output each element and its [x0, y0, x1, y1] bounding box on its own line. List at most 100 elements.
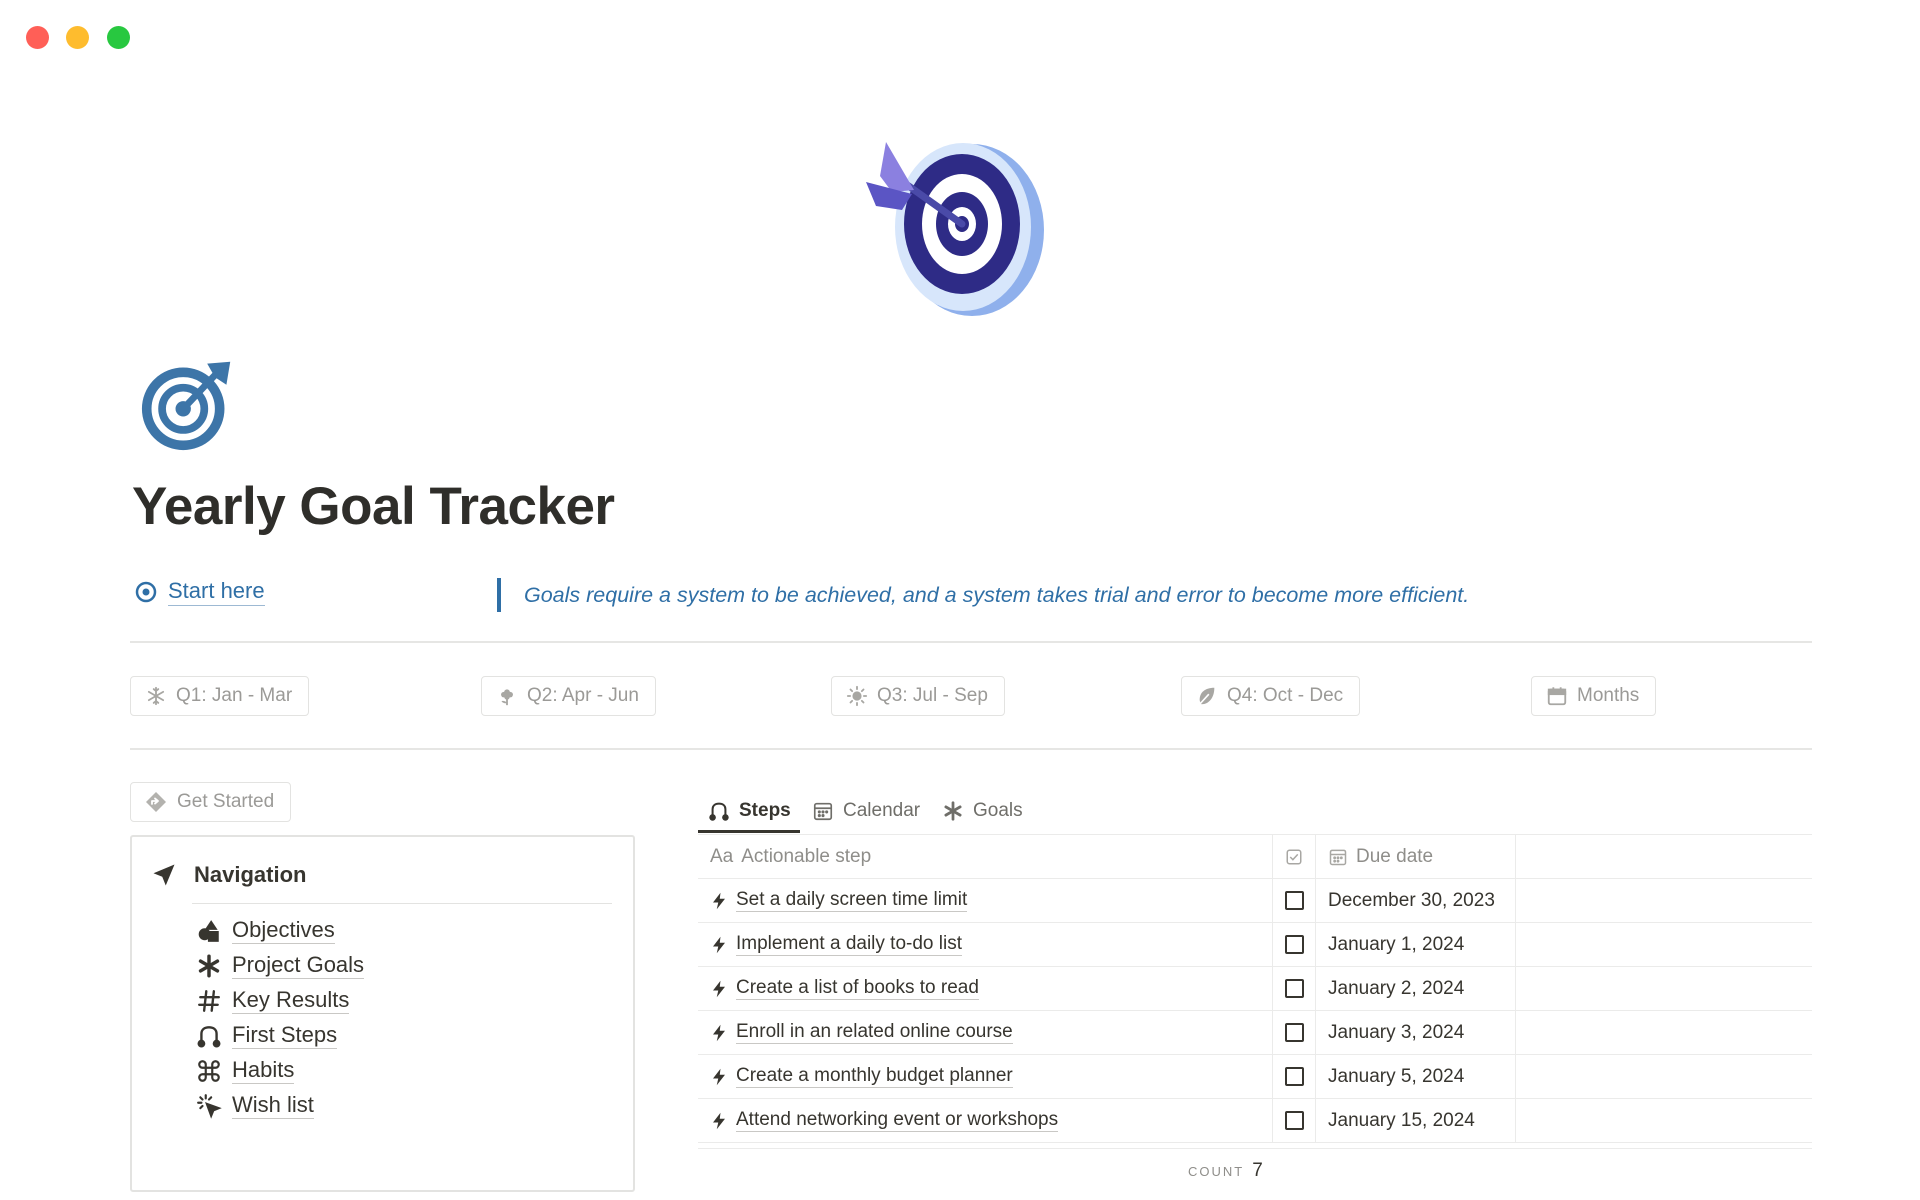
- step-cell[interactable]: Set a daily screen time limit: [698, 879, 1272, 922]
- q3-button[interactable]: Q3: Jul - Sep: [831, 676, 1005, 716]
- command-icon: [198, 1059, 220, 1082]
- asterisk-icon: [198, 954, 220, 977]
- empty-cell: [1515, 879, 1812, 922]
- sun-icon: [846, 685, 868, 707]
- nav-item-label: First Steps: [232, 1022, 338, 1049]
- table-row[interactable]: Attend networking event or workshops Jan…: [698, 1099, 1812, 1143]
- minimize-window-button[interactable]: [66, 26, 89, 49]
- tab-label: Goals: [973, 800, 1023, 821]
- due-cell[interactable]: December 30, 2023: [1315, 879, 1515, 922]
- quote-text: Goals require a system to be achieved, a…: [524, 582, 1470, 607]
- due-cell[interactable]: January 15, 2024: [1315, 1099, 1515, 1142]
- tab-goals[interactable]: Goals: [942, 791, 1023, 831]
- nav-item-objectives[interactable]: Objectives: [196, 917, 335, 944]
- text-property-icon: Aa: [710, 845, 734, 867]
- navigation-header: Navigation: [150, 861, 306, 889]
- lightning-icon: [713, 1068, 725, 1085]
- due-date: December 30, 2023: [1328, 889, 1495, 911]
- step-cell[interactable]: Enroll in an related online course: [698, 1011, 1272, 1054]
- maximize-window-button[interactable]: [107, 26, 130, 49]
- row-count: COUNT 7: [1188, 1160, 1263, 1182]
- due-date: January 1, 2024: [1328, 933, 1465, 955]
- step-title: Create a list of books to read: [736, 977, 979, 1000]
- nav-item-wish-list[interactable]: Wish list: [196, 1092, 314, 1119]
- active-tab-indicator: [698, 830, 800, 833]
- navigation-arrow-icon: [153, 864, 175, 886]
- due-cell[interactable]: January 5, 2024: [1315, 1055, 1515, 1098]
- get-started-button[interactable]: Get Started: [130, 782, 292, 822]
- done-checkbox[interactable]: [1284, 935, 1304, 954]
- q1-button[interactable]: Q1: Jan - Mar: [130, 676, 310, 716]
- due-cell[interactable]: January 1, 2024: [1315, 923, 1515, 966]
- q3-label: Q3: Jul - Sep: [877, 685, 988, 706]
- table-row[interactable]: Create a list of books to read January 2…: [698, 967, 1812, 1011]
- close-window-button[interactable]: [26, 26, 49, 49]
- navigation-title: Navigation: [194, 862, 307, 887]
- due-date: January 5, 2024: [1328, 1065, 1465, 1087]
- tab-label: Calendar: [843, 800, 921, 821]
- q2-button[interactable]: Q2: Apr - Jun: [481, 676, 656, 716]
- divider: [130, 641, 1812, 643]
- done-cell[interactable]: [1272, 967, 1315, 1010]
- column-header-due[interactable]: Due date: [1315, 835, 1515, 878]
- done-cell[interactable]: [1272, 1011, 1315, 1054]
- done-cell[interactable]: [1272, 1055, 1315, 1098]
- column-header-label: Due date: [1356, 845, 1434, 867]
- nav-item-label: Wish list: [232, 1092, 314, 1119]
- nav-item-label: Habits: [232, 1057, 295, 1084]
- done-cell[interactable]: [1272, 1099, 1315, 1142]
- start-here-link[interactable]: Start here: [134, 578, 265, 606]
- step-title: Set a daily screen time limit: [736, 889, 968, 912]
- done-checkbox[interactable]: [1284, 1111, 1304, 1130]
- nav-item-project-goals[interactable]: Project Goals: [196, 952, 365, 979]
- done-checkbox[interactable]: [1284, 979, 1304, 998]
- sparkle-cursor-icon: [197, 1093, 222, 1119]
- table-row[interactable]: Set a daily screen time limit December 3…: [698, 879, 1812, 923]
- nav-item-label: Key Results: [232, 987, 350, 1014]
- due-cell[interactable]: January 2, 2024: [1315, 967, 1515, 1010]
- empty-cell: [1515, 1099, 1812, 1142]
- count-label: COUNT: [1188, 1164, 1245, 1179]
- route-icon: [709, 802, 729, 821]
- step-cell[interactable]: Implement a daily to-do list: [698, 923, 1272, 966]
- hashtag-icon: [198, 989, 220, 1012]
- step-cell[interactable]: Create a monthly budget planner: [698, 1055, 1272, 1098]
- lightning-icon: [713, 1024, 725, 1041]
- step-cell[interactable]: Attend networking event or workshops: [698, 1099, 1272, 1142]
- done-checkbox[interactable]: [1284, 891, 1304, 910]
- nav-item-first-steps[interactable]: First Steps: [196, 1022, 338, 1049]
- empty-cell: [1515, 923, 1812, 966]
- quote-block: Goals require a system to be achieved, a…: [497, 578, 1469, 612]
- done-cell[interactable]: [1272, 879, 1315, 922]
- leaf-icon: [1199, 687, 1215, 705]
- calendar-icon: [1547, 687, 1567, 706]
- column-header-done[interactable]: [1272, 835, 1315, 878]
- table-row-partial: [698, 1143, 1812, 1149]
- table-row[interactable]: Create a monthly budget planner January …: [698, 1055, 1812, 1099]
- due-cell[interactable]: January 3, 2024: [1315, 1011, 1515, 1054]
- tab-label: Steps: [739, 800, 791, 821]
- table-row[interactable]: Enroll in an related online course Janua…: [698, 1011, 1812, 1055]
- q4-label: Q4: Oct - Dec: [1227, 685, 1344, 706]
- snowflake-icon: [147, 686, 165, 706]
- lightning-icon: [713, 892, 725, 909]
- column-header-step[interactable]: Aa Actionable step: [698, 835, 1272, 878]
- due-date: January 3, 2024: [1328, 1021, 1465, 1043]
- done-checkbox[interactable]: [1284, 1023, 1304, 1042]
- done-cell[interactable]: [1272, 923, 1315, 966]
- table-row[interactable]: Implement a daily to-do list January 1, …: [698, 923, 1812, 967]
- tab-calendar[interactable]: Calendar: [812, 791, 920, 831]
- diamond-arrow-icon: [146, 792, 166, 812]
- start-here-label: Start here: [168, 578, 265, 606]
- due-date: January 2, 2024: [1328, 977, 1465, 999]
- step-cell[interactable]: Create a list of books to read: [698, 967, 1272, 1010]
- months-button[interactable]: Months: [1531, 676, 1657, 716]
- tab-steps[interactable]: Steps: [708, 791, 791, 831]
- q4-button[interactable]: Q4: Oct - Dec: [1181, 676, 1361, 716]
- shapes-icon: [198, 919, 219, 942]
- step-title: Implement a daily to-do list: [736, 933, 962, 956]
- table-header-row: Aa Actionable step Due date: [698, 834, 1812, 879]
- done-checkbox[interactable]: [1284, 1067, 1304, 1086]
- nav-item-key-results[interactable]: Key Results: [196, 987, 350, 1014]
- nav-item-habits[interactable]: Habits: [196, 1057, 295, 1084]
